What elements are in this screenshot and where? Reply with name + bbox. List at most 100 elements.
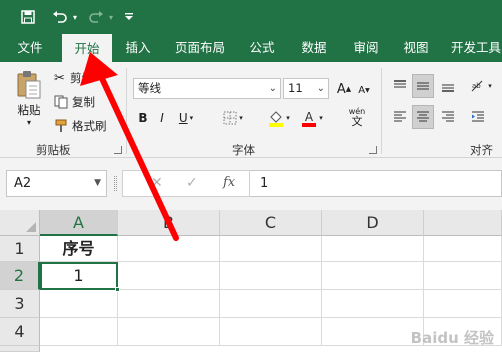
formula-bar-grip[interactable] xyxy=(114,176,117,191)
cell-c1[interactable] xyxy=(220,236,322,262)
cell-b4[interactable] xyxy=(118,318,220,346)
tab-file[interactable]: 文件 xyxy=(8,34,52,62)
font-launcher-icon[interactable] xyxy=(369,146,377,154)
enter-icon[interactable]: ✓ xyxy=(186,175,198,191)
copy-button[interactable]: 复制 xyxy=(54,93,95,111)
watermark: Baidu 经验 xyxy=(410,329,494,347)
cell-c3[interactable] xyxy=(220,290,322,318)
borders-icon xyxy=(223,111,237,125)
name-box-value: A2 xyxy=(14,176,32,191)
tab-data[interactable]: 数据 xyxy=(292,34,336,62)
redo-icon[interactable] xyxy=(86,7,106,27)
cell-a3[interactable] xyxy=(40,290,118,318)
cell-e2[interactable] xyxy=(424,262,502,290)
shrink-font-button[interactable]: A ▼ xyxy=(356,81,372,99)
cell-c2[interactable] xyxy=(220,262,322,290)
tab-formulas[interactable]: 公式 xyxy=(240,34,284,62)
italic-button[interactable]: I xyxy=(155,108,169,128)
tab-view[interactable]: 视图 xyxy=(394,34,438,62)
redo-dropdown-icon[interactable]: ▾ xyxy=(106,7,116,27)
column-header-a[interactable]: A xyxy=(40,210,118,236)
tab-insert[interactable]: 插入 xyxy=(116,34,160,62)
clipboard-launcher-icon[interactable] xyxy=(114,146,122,154)
cell-c4[interactable] xyxy=(220,318,322,346)
tab-review[interactable]: 审阅 xyxy=(344,34,388,62)
shrink-font-label: A xyxy=(358,84,366,96)
paste-dropdown-icon: ▾ xyxy=(26,117,31,127)
cell-d3[interactable] xyxy=(322,290,424,318)
copy-label: 复制 xyxy=(72,95,95,109)
cancel-icon[interactable]: ✕ xyxy=(151,175,163,191)
cell-b3[interactable] xyxy=(118,290,220,318)
row-header-4[interactable]: 4 xyxy=(0,318,40,346)
align-left-button[interactable] xyxy=(390,107,410,127)
chevron-down-icon: ⌄ xyxy=(316,83,325,94)
phonetic-button[interactable]: wén 文 xyxy=(340,106,374,130)
indent-icon xyxy=(472,111,484,122)
name-box[interactable]: A2 ▼ xyxy=(6,170,107,197)
column-header-b[interactable]: B xyxy=(118,210,220,236)
format-painter-label: 格式刷 xyxy=(72,119,107,133)
align-right-icon xyxy=(442,111,454,122)
column-header-e[interactable] xyxy=(424,210,502,236)
font-name-combo[interactable]: 等线 ⌄ xyxy=(133,78,281,99)
grow-font-button[interactable]: A ▲ xyxy=(336,79,352,99)
align-top-button[interactable] xyxy=(390,76,410,96)
font-color-button[interactable]: A ▾ xyxy=(298,108,326,128)
row-header-3[interactable]: 3 xyxy=(0,290,40,318)
formula-input[interactable]: 1 xyxy=(250,170,502,197)
cell-a1[interactable]: 序号 xyxy=(40,236,118,262)
divider xyxy=(126,68,127,154)
align-bottom-button[interactable] xyxy=(438,76,458,96)
format-painter-icon xyxy=(55,119,67,132)
column-header-c[interactable]: C xyxy=(220,210,322,236)
cell-b2[interactable] xyxy=(118,262,220,290)
orientation-icon: ab xyxy=(471,80,483,92)
align-center-button[interactable] xyxy=(412,105,434,129)
select-all-button[interactable] xyxy=(0,210,40,236)
align-middle-button[interactable] xyxy=(412,74,434,98)
paste-button[interactable]: 粘贴 ▾ xyxy=(10,68,48,128)
cut-button[interactable]: ✂ 剪切 xyxy=(54,69,93,87)
bold-button[interactable]: B xyxy=(136,108,150,128)
fill-handle[interactable] xyxy=(115,287,120,292)
row-header-2[interactable]: 2 xyxy=(0,262,40,290)
formula-buttons: ✕ ✓ fx xyxy=(122,170,250,197)
fill-color-icon xyxy=(269,111,284,127)
undo-icon[interactable] xyxy=(50,7,70,27)
underline-button[interactable]: U ▾ xyxy=(174,108,198,128)
cell-e1[interactable] xyxy=(424,236,502,262)
font-size-combo[interactable]: 11 ⌄ xyxy=(283,78,329,99)
formula-value: 1 xyxy=(260,176,269,191)
tab-developer[interactable]: 开发工具 xyxy=(446,34,502,62)
tab-page-layout[interactable]: 页面布局 xyxy=(168,34,232,62)
fill-color-button[interactable]: ▾ xyxy=(265,108,293,128)
column-header-d[interactable]: D xyxy=(322,210,424,236)
align-right-button[interactable] xyxy=(438,107,458,127)
orientation-button[interactable]: ab ▾ xyxy=(466,76,496,96)
indent-button[interactable] xyxy=(468,107,488,127)
ribbon-tabs: 文件 开始 插入 页面布局 公式 数据 审阅 视图 开发工具 xyxy=(0,34,502,62)
format-painter-button[interactable]: 格式刷 xyxy=(54,117,107,135)
insert-function-icon[interactable]: fx xyxy=(223,175,235,190)
save-icon[interactable] xyxy=(18,7,38,27)
customize-qat-icon[interactable] xyxy=(122,7,136,27)
font-name-value: 等线 xyxy=(138,81,161,95)
cell-b1[interactable] xyxy=(118,236,220,262)
row-header-1[interactable]: 1 xyxy=(0,236,40,262)
align-middle-icon xyxy=(417,82,429,90)
cell-d1[interactable] xyxy=(322,236,424,262)
quick-access-toolbar: ▾ ▾ xyxy=(0,0,502,34)
cell-a4[interactable] xyxy=(40,318,118,346)
svg-text:ab: ab xyxy=(472,82,481,90)
cell-d4[interactable] xyxy=(322,318,424,346)
chevron-down-icon: ⌄ xyxy=(268,83,277,94)
cell-e3[interactable] xyxy=(424,290,502,318)
copy-icon xyxy=(54,95,68,109)
borders-button[interactable]: ▾ xyxy=(220,109,246,127)
align-bottom-icon xyxy=(442,84,454,92)
undo-dropdown-icon[interactable]: ▾ xyxy=(70,7,80,27)
tab-home[interactable]: 开始 xyxy=(62,34,112,62)
row-header-5[interactable] xyxy=(0,346,40,352)
cell-d2[interactable] xyxy=(322,262,424,290)
